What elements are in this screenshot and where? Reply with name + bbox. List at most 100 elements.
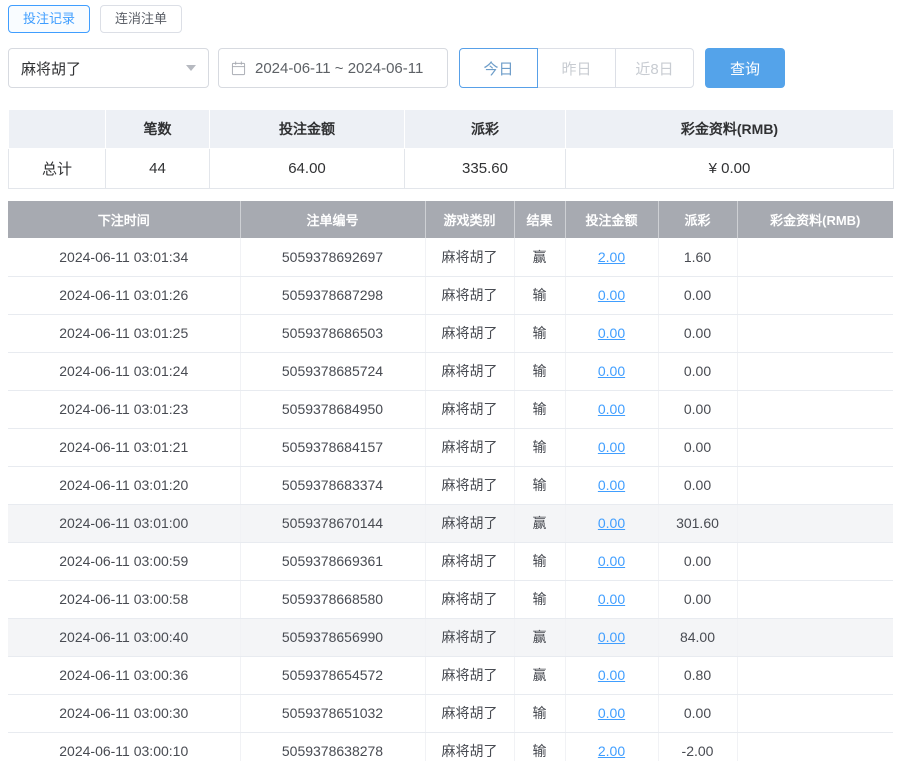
table-row: 2024-06-11 03:00:30 5059378651032 麻将胡了输 0.0… [8,694,893,733]
summary-total-bet-amount: 64.00 [209,148,405,189]
table-row: 2024-06-11 03:01:25 5059378686503 麻将胡了输 0.0… [8,314,893,353]
cell-result: 赢 [514,238,566,277]
cell-payout: 0.00 [658,314,738,353]
cell-time: 2024-06-11 03:01:26 [8,276,241,315]
column-header-order-number: 注单编号 [240,201,426,238]
table-row: 2024-06-11 03:00:58 5059378668580 麻将胡了输 0.0… [8,580,893,619]
bet-amount-link[interactable]: 0.00 [598,591,625,607]
cell-order-number: 5059378686503 [240,314,426,353]
summary-header-bonus: 彩金资料(RMB) [565,109,894,149]
bet-amount-link[interactable]: 2.00 [598,743,625,759]
quick-range-group: 今日 昨日 近8日 [459,48,694,88]
cell-game-type: 麻将胡了 [425,542,515,581]
cell-result: 输 [514,694,566,733]
cell-payout: 0.00 [658,428,738,467]
summary-corner-cell [8,109,106,149]
cell-order-number: 5059378669361 [240,542,426,581]
cell-bet-amount: 0.00 [565,390,659,429]
table-row: 2024-06-11 03:00:59 5059378669361 麻将胡了输 0.0… [8,542,893,581]
quick-range-today[interactable]: 今日 [459,48,538,88]
cell-bonus [737,580,893,619]
cell-bonus [737,504,893,543]
cell-payout: 0.00 [658,466,738,505]
tab-bar: 投注记录 连消注单 [8,5,893,33]
cell-time: 2024-06-11 03:01:24 [8,352,241,391]
cell-result: 输 [514,732,566,761]
table-row: 2024-06-11 03:01:26 5059378687298 麻将胡了输 0.0… [8,276,893,315]
column-header-game-type: 游戏类别 [425,201,515,238]
cell-bonus [737,694,893,733]
records-table: 下注时间 注单编号 游戏类别 结果 投注金额 派彩 彩金资料(RMB) 2024… [8,201,893,761]
game-select[interactable]: 麻将胡了 [8,48,209,88]
cell-bonus [737,352,893,391]
cell-time: 2024-06-11 03:01:20 [8,466,241,505]
calendar-icon [231,60,246,75]
bet-amount-link[interactable]: 0.00 [598,515,625,531]
cell-bet-amount: 0.00 [565,580,659,619]
summary-total-row: 总计 44 64.00 335.60 ¥ 0.00 [8,148,894,189]
column-header-bonus: 彩金资料(RMB) [737,201,893,238]
cell-game-type: 麻将胡了 [425,276,515,315]
cell-bonus [737,542,893,581]
cell-time: 2024-06-11 03:00:10 [8,732,241,761]
cell-time: 2024-06-11 03:00:30 [8,694,241,733]
cell-result: 赢 [514,618,566,657]
bet-amount-link[interactable]: 0.00 [598,325,625,341]
cell-result: 输 [514,276,566,315]
cell-game-type: 麻将胡了 [425,466,515,505]
cell-bet-amount: 0.00 [565,466,659,505]
cell-time: 2024-06-11 03:01:34 [8,238,241,277]
tab-cancelled-orders[interactable]: 连消注单 [100,5,183,33]
cell-time: 2024-06-11 03:00:36 [8,656,241,695]
bet-amount-link[interactable]: 0.00 [598,287,625,303]
bet-amount-link[interactable]: 0.00 [598,553,625,569]
date-range-picker[interactable]: 2024-06-11 ~ 2024-06-11 [218,48,448,88]
date-range-value: 2024-06-11 ~ 2024-06-11 [255,59,424,77]
column-header-bet-amount: 投注金额 [565,201,659,238]
bet-amount-link[interactable]: 2.00 [598,249,625,265]
cell-result: 输 [514,580,566,619]
cell-time: 2024-06-11 03:01:00 [8,504,241,543]
column-header-result: 结果 [514,201,566,238]
cell-order-number: 5059378651032 [240,694,426,733]
cell-time: 2024-06-11 03:00:40 [8,618,241,657]
cell-time: 2024-06-11 03:00:58 [8,580,241,619]
bet-amount-link[interactable]: 0.00 [598,629,625,645]
cell-game-type: 麻将胡了 [425,504,515,543]
column-header-payout: 派彩 [658,201,738,238]
cell-payout: 0.00 [658,580,738,619]
bet-amount-link[interactable]: 0.00 [598,705,625,721]
cell-game-type: 麻将胡了 [425,352,515,391]
cell-result: 输 [514,428,566,467]
summary-total-label: 总计 [8,148,106,189]
quick-range-last8days[interactable]: 近8日 [615,48,694,88]
filter-bar: 麻将胡了 2024-06-11 ~ 2024-06-11 今日 昨日 近8日 查… [8,48,893,88]
cell-order-number: 5059378687298 [240,276,426,315]
cell-order-number: 5059378668580 [240,580,426,619]
tab-betting-records[interactable]: 投注记录 [8,5,91,33]
cell-result: 赢 [514,656,566,695]
cell-game-type: 麻将胡了 [425,618,515,657]
cell-time: 2024-06-11 03:01:23 [8,390,241,429]
bet-amount-link[interactable]: 0.00 [598,439,625,455]
table-row: 2024-06-11 03:01:34 5059378692697 麻将胡了赢 2.0… [8,238,893,277]
bet-amount-link[interactable]: 0.00 [598,477,625,493]
cell-payout: 0.00 [658,390,738,429]
cell-payout: 84.00 [658,618,738,657]
cell-bonus [737,314,893,353]
table-row: 2024-06-11 03:00:36 5059378654572 麻将胡了赢 0.0… [8,656,893,695]
bet-amount-link[interactable]: 0.00 [598,363,625,379]
cell-game-type: 麻将胡了 [425,580,515,619]
cell-bet-amount: 0.00 [565,352,659,391]
quick-range-yesterday[interactable]: 昨日 [537,48,616,88]
summary-total-bonus: ¥ 0.00 [565,148,894,189]
bet-amount-link[interactable]: 0.00 [598,401,625,417]
cell-order-number: 5059378670144 [240,504,426,543]
cell-time: 2024-06-11 03:01:21 [8,428,241,467]
bet-amount-link[interactable]: 0.00 [598,667,625,683]
summary-table: 笔数 投注金额 派彩 彩金资料(RMB) 总计 44 64.00 335.60 … [8,109,894,189]
cell-order-number: 5059378683374 [240,466,426,505]
cell-payout: -2.00 [658,732,738,761]
query-button[interactable]: 查询 [705,48,785,88]
cell-result: 输 [514,390,566,429]
